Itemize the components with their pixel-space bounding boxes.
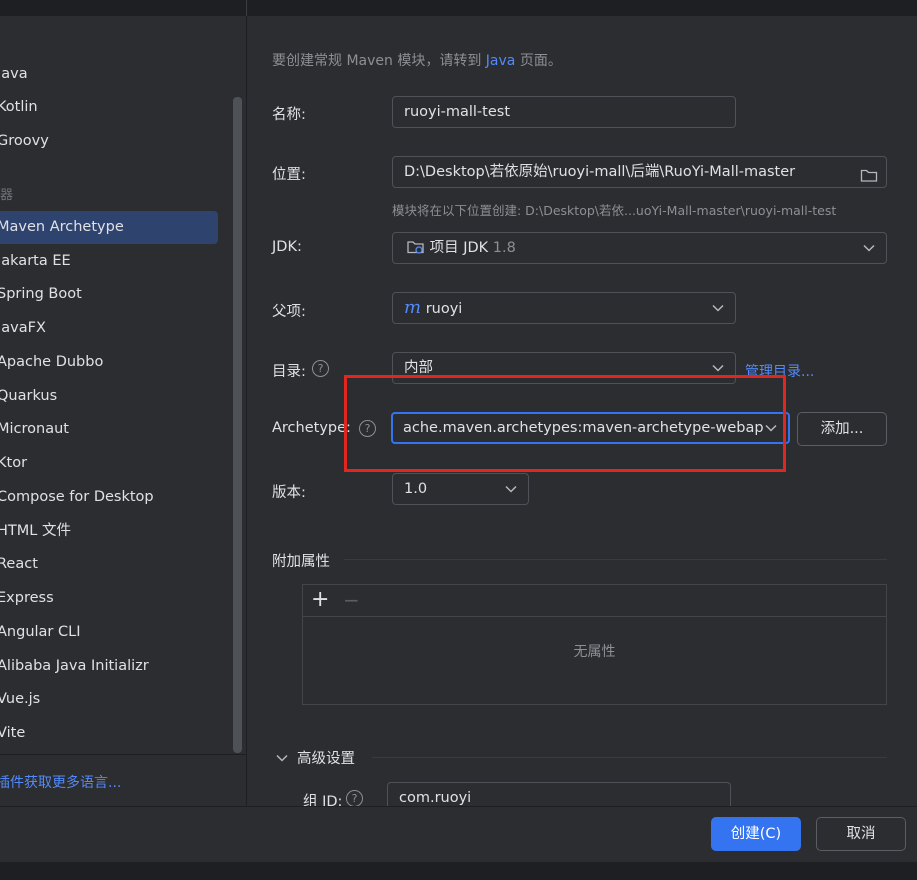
sidebar-item[interactable]: Alibaba Java Initializr xyxy=(0,650,218,683)
chevron-down-icon xyxy=(711,293,725,323)
sidebar-item-label: Compose for Desktop xyxy=(0,489,154,505)
properties-toolbar: + − xyxy=(303,585,886,617)
version-select[interactable]: 1.0 xyxy=(392,473,529,505)
parent-label: 父项: xyxy=(272,304,306,320)
sidebar-scrollbar[interactable] xyxy=(233,97,242,753)
extra-props-separator xyxy=(344,559,887,560)
group-id-value: com.ruoyi xyxy=(399,790,472,806)
sidebar-item[interactable]: Java xyxy=(0,58,218,91)
sidebar-item-label: Quarkus xyxy=(0,388,58,404)
sidebar-item[interactable]: Apache Dubbo xyxy=(0,346,218,379)
jdk-label: JDK: xyxy=(272,239,302,255)
group-id-help-icon[interactable]: ? xyxy=(346,790,363,807)
parent-value: ruoyi xyxy=(425,301,463,317)
sidebar-item[interactable]: Quarkus xyxy=(0,380,218,413)
sidebar-item-label: React xyxy=(0,556,38,572)
sidebar-item[interactable]: JavaFX xyxy=(0,312,218,345)
more-languages-link[interactable]: 插件获取更多语言... xyxy=(0,772,121,792)
sidebar-item[interactable]: Vite xyxy=(0,717,218,750)
sidebar-item-label: HTML 文件 xyxy=(0,523,71,539)
sidebar-item-label: Kotlin xyxy=(0,99,38,115)
jdk-value: 项目 JDK xyxy=(429,240,489,256)
archetype-select[interactable]: ache.maven.archetypes:maven-archetype-we… xyxy=(391,412,790,444)
chevron-down-icon[interactable] xyxy=(276,750,288,762)
sidebar-item-label: Alibaba Java Initializr xyxy=(0,658,149,674)
sidebar-item[interactable]: React xyxy=(0,548,218,581)
maven-notice: 要创建常规 Maven 模块，请转到 Java 页面。 xyxy=(272,50,562,70)
sidebar-item[interactable]: Micronaut xyxy=(0,413,218,446)
catalog-label: 目录: xyxy=(272,364,306,380)
chevron-down-icon xyxy=(862,233,876,263)
sidebar-item-label: Vue.js xyxy=(0,691,41,707)
location-input[interactable]: D:\Desktop\若依原始\ruoyi-mall\后端\RuoYi-Mall… xyxy=(392,156,887,188)
sidebar-item[interactable]: Ktor xyxy=(0,447,218,480)
parent-select[interactable]: m ruoyi xyxy=(392,292,736,324)
version-value: 1.0 xyxy=(404,481,428,497)
sidebar-item[interactable]: Kotlin xyxy=(0,91,218,124)
sidebar-item[interactable]: Express xyxy=(0,582,218,615)
sidebar-item-label: Ktor xyxy=(0,455,28,471)
sidebar-item[interactable]: Spring Boot xyxy=(0,278,218,311)
archetype-label: Archetype: xyxy=(272,420,351,436)
maven-module-icon: m xyxy=(404,297,422,318)
advanced-separator xyxy=(372,757,887,758)
sidebar-item[interactable]: Compose for Desktop xyxy=(0,481,218,514)
chevron-down-icon xyxy=(711,353,725,383)
folder-icon[interactable] xyxy=(860,164,878,182)
add-property-icon[interactable]: + xyxy=(311,586,329,614)
chevron-down-icon xyxy=(764,414,778,442)
java-page-link[interactable]: Java xyxy=(486,53,516,69)
location-hint: 模块将在以下位置创建: D:\Desktop\若依...uoYi-Mall-ma… xyxy=(392,203,837,218)
location-label: 位置: xyxy=(272,167,306,183)
archetype-value: ache.maven.archetypes:maven-archetype-we… xyxy=(403,420,764,436)
extra-props-label: 附加属性 xyxy=(272,554,330,570)
bottom-strip xyxy=(0,862,917,880)
sidebar-item-label: Angular CLI xyxy=(0,624,81,640)
sidebar-item-label: Maven Archetype xyxy=(0,219,124,235)
module-folder-icon xyxy=(407,236,425,254)
sidebar-item[interactable]: Groovy xyxy=(0,125,218,158)
notice-suffix: 页面。 xyxy=(519,53,562,69)
notice-text: 要创建常规 Maven 模块，请转到 xyxy=(272,53,482,69)
sidebar-group-label: 器 xyxy=(0,188,14,203)
sidebar-divider xyxy=(0,754,246,755)
sidebar-item[interactable]: Maven Archetype xyxy=(0,211,218,244)
sidebar-item-label: Groovy xyxy=(0,133,49,149)
catalog-select[interactable]: 内部 xyxy=(392,352,736,384)
sidebar-item[interactable]: Jakarta EE xyxy=(0,245,218,278)
manage-catalogs-link[interactable]: 管理目录... xyxy=(745,361,814,381)
version-label: 版本: xyxy=(272,485,306,501)
chevron-down-icon xyxy=(504,474,518,504)
sidebar-item-label: Micronaut xyxy=(0,421,69,437)
sidebar-item[interactable]: Vue.js xyxy=(0,683,218,716)
jdk-select[interactable]: 项目 JDK 1.8 xyxy=(392,232,887,264)
properties-table: + − 无属性 xyxy=(302,584,887,705)
sidebar-item[interactable]: HTML 文件 xyxy=(0,515,218,548)
location-value: D:\Desktop\若依原始\ruoyi-mall\后端\RuoYi-Mall… xyxy=(404,164,796,180)
top-strip xyxy=(0,0,917,16)
name-label: 名称: xyxy=(272,107,306,123)
properties-empty-text: 无属性 xyxy=(573,644,616,660)
sidebar-item-label: Express xyxy=(0,590,54,606)
add-archetype-button[interactable]: 添加... xyxy=(797,412,887,446)
sidebar-item-label: Vite xyxy=(0,725,26,741)
sidebar-item-label: Java xyxy=(0,66,28,82)
group-id-input[interactable]: com.ruoyi xyxy=(387,782,731,806)
advanced-settings-label[interactable]: 高级设置 xyxy=(297,747,355,768)
sidebar-item-label: Jakarta EE xyxy=(0,253,71,269)
jdk-version: 1.8 xyxy=(492,240,516,256)
sidebar-item-label: JavaFX xyxy=(0,320,46,336)
catalog-help-icon[interactable]: ? xyxy=(312,360,329,377)
sidebar-item-label: Apache Dubbo xyxy=(0,354,104,370)
create-button[interactable]: 创建(C) xyxy=(711,817,801,851)
archetype-help-icon[interactable]: ? xyxy=(359,420,376,437)
generator-sidebar: Java Kotlin Groovy Maven Archetype Jakarta E… xyxy=(0,16,247,806)
name-input[interactable]: ruoyi-mall-test xyxy=(392,96,736,128)
sidebar-item-label: Spring Boot xyxy=(0,286,82,302)
remove-property-icon[interactable]: − xyxy=(343,586,360,614)
sidebar-item[interactable]: Angular CLI xyxy=(0,616,218,649)
catalog-value: 内部 xyxy=(404,360,433,376)
cancel-button[interactable]: 取消 xyxy=(816,817,906,851)
